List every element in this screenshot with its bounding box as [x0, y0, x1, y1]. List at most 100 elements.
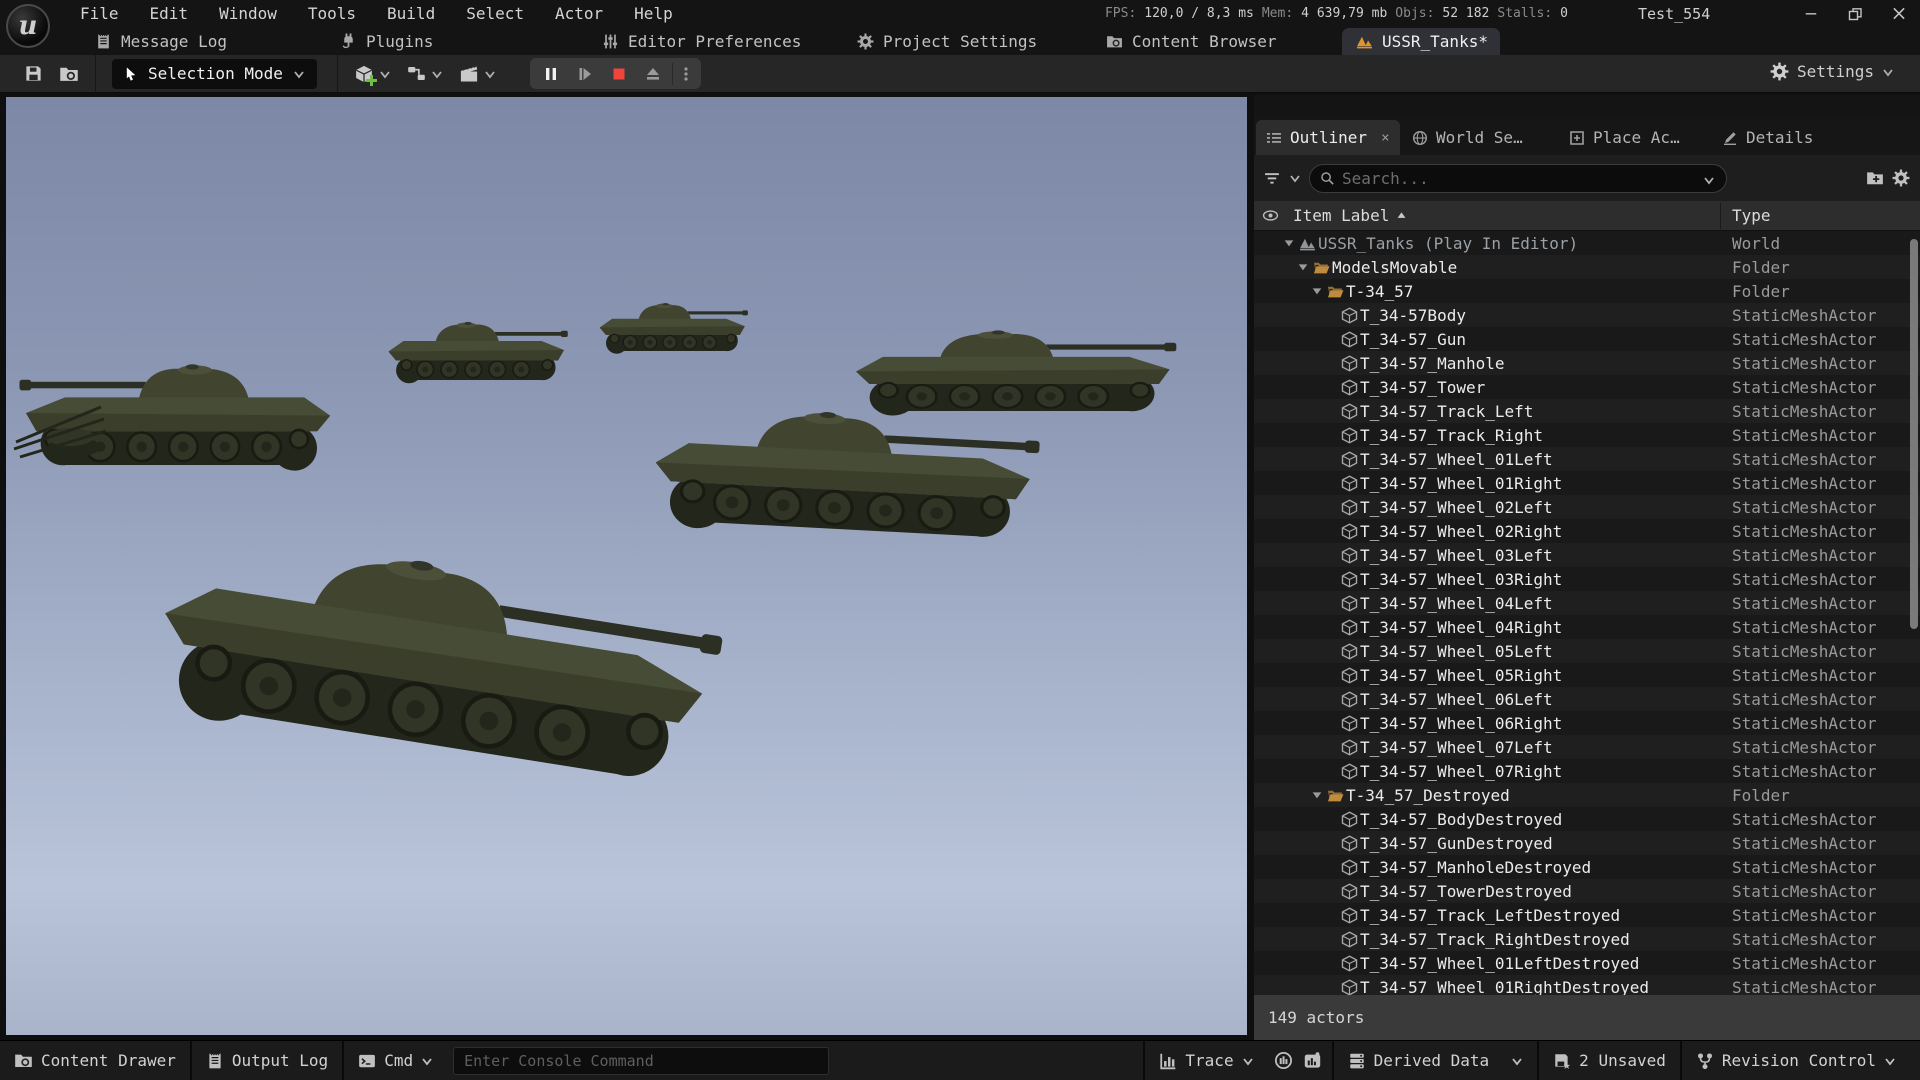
viewport-settings-button[interactable]: Settings: [1770, 62, 1894, 81]
insights-session-button[interactable]: [1268, 1041, 1299, 1080]
table-row[interactable]: T_34-57_TowerDestroyed StaticMeshActor: [1254, 879, 1920, 903]
table-row[interactable]: USSR_Tanks (Play In Editor) World: [1254, 231, 1920, 255]
blueprints-button[interactable]: [399, 59, 451, 89]
table-row[interactable]: T_34-57_BodyDestroyed StaticMeshActor: [1254, 807, 1920, 831]
outliner-settings-gear-icon[interactable]: [1892, 169, 1910, 187]
play-options-button[interactable]: [675, 58, 697, 89]
tab-plugins[interactable]: Plugins: [340, 27, 433, 55]
trace-dropdown[interactable]: Trace: [1145, 1041, 1267, 1080]
content-drawer-button[interactable]: Content Drawer: [0, 1041, 190, 1080]
pause-button[interactable]: [534, 58, 568, 89]
table-row[interactable]: T_34-57_Wheel_06Left StaticMeshActor: [1254, 687, 1920, 711]
item-type: StaticMeshActor: [1732, 546, 1877, 565]
add-actor-button[interactable]: [346, 59, 399, 89]
cinematics-button[interactable]: [451, 59, 504, 89]
console-command-input[interactable]: [453, 1047, 829, 1075]
table-row[interactable]: T_34-57_Wheel_05Left StaticMeshActor: [1254, 639, 1920, 663]
table-row[interactable]: T_34-57_Wheel_03Left StaticMeshActor: [1254, 543, 1920, 567]
table-row[interactable]: T_34-57_Wheel_05Right StaticMeshActor: [1254, 663, 1920, 687]
table-row[interactable]: T_34-57_Wheel_04Left StaticMeshActor: [1254, 591, 1920, 615]
filter-icon[interactable]: [1264, 170, 1281, 187]
menu-item-edit[interactable]: Edit: [150, 4, 189, 23]
tab-ussr-tanks[interactable]: USSR_Tanks*: [1342, 28, 1500, 55]
panel-tab-details[interactable]: Details: [1722, 120, 1813, 155]
table-row[interactable]: T_34-57_Wheel_07Right StaticMeshActor: [1254, 759, 1920, 783]
item-label-column-header[interactable]: Item Label: [1293, 206, 1407, 225]
item-label: T_34-57_Wheel_05Right: [1360, 666, 1562, 685]
unreal-logo-icon[interactable]: u: [6, 4, 50, 48]
frame-skip-button[interactable]: [568, 58, 602, 89]
cmd-dropdown[interactable]: Cmd: [344, 1041, 447, 1080]
visibility-eye-icon[interactable]: [1262, 207, 1279, 224]
menu-item-tools[interactable]: Tools: [308, 4, 356, 23]
caret-down-icon[interactable]: [1296, 261, 1310, 273]
stop-button[interactable]: [602, 58, 636, 89]
table-row[interactable]: T_34-57_Wheel_03Right StaticMeshActor: [1254, 567, 1920, 591]
derived-data-dropdown[interactable]: Derived Data: [1334, 1041, 1538, 1080]
table-row[interactable]: T_34-57_Gun StaticMeshActor: [1254, 327, 1920, 351]
table-row[interactable]: T_34-57_Track_LeftDestroyed StaticMeshAc…: [1254, 903, 1920, 927]
table-row[interactable]: T_34-57_ManholeDestroyed StaticMeshActor: [1254, 855, 1920, 879]
chevron-down-icon[interactable]: [1703, 175, 1715, 185]
panel-tab-world-se-[interactable]: World Se…: [1412, 120, 1523, 155]
tab-editor-preferences[interactable]: Editor Preferences: [602, 27, 801, 55]
content-drawer-icon: [14, 1051, 33, 1070]
type-column-header[interactable]: Type: [1732, 206, 1771, 225]
restore-button[interactable]: [1848, 7, 1862, 21]
caret-down-icon[interactable]: [1310, 789, 1324, 801]
outliner-scrollbar[interactable]: [1910, 239, 1918, 629]
menu-item-file[interactable]: File: [80, 4, 119, 23]
table-row[interactable]: T_34-57_Wheel_07Left StaticMeshActor: [1254, 735, 1920, 759]
item-type: StaticMeshActor: [1732, 402, 1877, 421]
table-row[interactable]: T_34-57_Wheel_02Left StaticMeshActor: [1254, 495, 1920, 519]
table-row[interactable]: T_34-57_Wheel_04Right StaticMeshActor: [1254, 615, 1920, 639]
tab-project-settings[interactable]: Project Settings: [857, 27, 1037, 55]
close-button[interactable]: [1892, 7, 1906, 21]
table-row[interactable]: ModelsMovable Folder: [1254, 255, 1920, 279]
table-row[interactable]: T_34-57_Wheel_01LeftDestroyed StaticMesh…: [1254, 951, 1920, 975]
table-row[interactable]: T_34-57_Wheel_01Left StaticMeshActor: [1254, 447, 1920, 471]
selection-mode-dropdown[interactable]: Selection Mode: [112, 59, 317, 89]
browse-content-button[interactable]: [51, 59, 87, 89]
row-type-icon: [1338, 715, 1360, 732]
table-row[interactable]: T-34_57_Destroyed Folder: [1254, 783, 1920, 807]
table-row[interactable]: T_34-57_Wheel_06Right StaticMeshActor: [1254, 711, 1920, 735]
table-row[interactable]: T_34-57_Manhole StaticMeshActor: [1254, 351, 1920, 375]
table-row[interactable]: T_34-57_Track_Left StaticMeshActor: [1254, 399, 1920, 423]
chevron-down-icon[interactable]: [1289, 173, 1301, 183]
table-row[interactable]: T-34_57 Folder: [1254, 279, 1920, 303]
caret-down-icon[interactable]: [1310, 285, 1324, 297]
menu-item-actor[interactable]: Actor: [555, 4, 603, 23]
menu-item-build[interactable]: Build: [387, 4, 435, 23]
column-divider[interactable]: [1720, 203, 1721, 229]
table-row[interactable]: T_34-57_Wheel_01RightDestroyed StaticMes…: [1254, 975, 1920, 995]
table-row[interactable]: T_34-57_Wheel_01Right StaticMeshActor: [1254, 471, 1920, 495]
item-label: T_34-57_Wheel_04Left: [1360, 594, 1553, 613]
unsaved-button[interactable]: 2 Unsaved: [1539, 1041, 1680, 1080]
table-row[interactable]: T_34-57_Wheel_02Right StaticMeshActor: [1254, 519, 1920, 543]
tab-message-log[interactable]: Message Log: [95, 27, 227, 55]
revision-control-dropdown[interactable]: Revision Control: [1682, 1041, 1910, 1080]
panel-tab-outliner[interactable]: Outliner×: [1256, 120, 1400, 155]
menu-item-help[interactable]: Help: [634, 4, 673, 23]
table-row[interactable]: T_34-57Body StaticMeshActor: [1254, 303, 1920, 327]
table-row[interactable]: T_34-57_GunDestroyed StaticMeshActor: [1254, 831, 1920, 855]
new-folder-icon[interactable]: [1866, 169, 1884, 187]
screenshot-trace-button[interactable]: [1299, 1041, 1332, 1080]
table-row[interactable]: T_34-57_Track_RightDestroyed StaticMeshA…: [1254, 927, 1920, 951]
table-row[interactable]: T_34-57_Track_Right StaticMeshActor: [1254, 423, 1920, 447]
panel-tab-place-ac-[interactable]: Place Ac…: [1569, 120, 1680, 155]
tab-content-browser[interactable]: Content Browser: [1106, 27, 1277, 55]
search-input[interactable]: [1309, 164, 1727, 193]
close-tab-icon[interactable]: ×: [1381, 130, 1389, 146]
menu-item-select[interactable]: Select: [466, 4, 524, 23]
caret-down-icon[interactable]: [1282, 237, 1296, 249]
save-button[interactable]: [16, 59, 51, 89]
minimize-button[interactable]: [1804, 7, 1818, 21]
eject-button[interactable]: [636, 58, 670, 89]
item-label: T_34-57_Wheel_01Left: [1360, 450, 1553, 469]
table-row[interactable]: T_34-57_Tower StaticMeshActor: [1254, 375, 1920, 399]
output-log-button[interactable]: Output Log: [192, 1041, 342, 1080]
menu-item-window[interactable]: Window: [219, 4, 277, 23]
level-viewport[interactable]: [6, 97, 1247, 1035]
